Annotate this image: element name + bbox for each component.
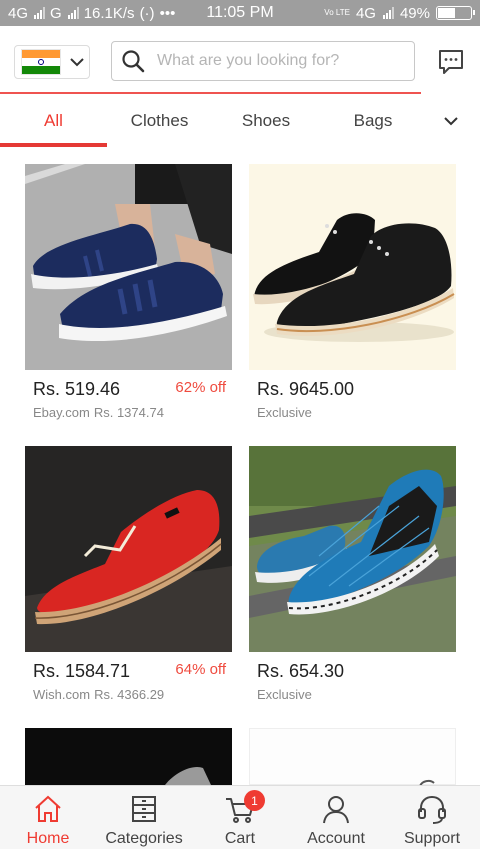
product-price: Rs. 654.30 xyxy=(257,661,345,681)
tab-label: Shoes xyxy=(241,111,291,130)
search-box[interactable] xyxy=(111,41,415,81)
product-meta: Exclusive xyxy=(257,687,456,702)
nav-account[interactable]: Account xyxy=(288,786,384,849)
product-image-blue-sneakers[interactable] xyxy=(25,164,232,370)
nav-label: Home xyxy=(26,830,70,847)
chevron-down-icon xyxy=(70,58,84,67)
original-price: Rs. 4366.29 xyxy=(94,687,165,702)
product-image-black-derby-shoes[interactable] xyxy=(249,164,456,370)
product-source: Exclusive xyxy=(257,405,312,420)
more-dots-icon: ••• xyxy=(159,4,176,22)
discount-badge: 62% off xyxy=(175,379,226,396)
hotspot-icon: (·) xyxy=(139,4,155,22)
nav-label: Account xyxy=(307,830,365,847)
headset-icon xyxy=(418,795,446,824)
product-meta: Ebay.com Rs. 1374.74 xyxy=(33,405,232,420)
nav-label: Cart xyxy=(224,830,256,847)
product-price: Rs. 9645.00 xyxy=(257,379,355,399)
tab-shoes[interactable]: Shoes xyxy=(212,94,320,148)
data-speed: 16.1K/s xyxy=(83,4,135,22)
product-card[interactable]: Rs. 9645.00 Exclusive xyxy=(249,164,456,420)
tab-label: All xyxy=(44,111,63,130)
product-source: Exclusive xyxy=(257,687,312,702)
status-bar: 4G G 16.1K/s (·) ••• 11:05 PM Vo LTE 4G … xyxy=(0,0,480,26)
tab-label: Bags xyxy=(353,111,393,130)
product-card[interactable]: Rs. 519.46 62% off Ebay.com Rs. 1374.74 xyxy=(25,164,232,420)
category-tabs: All Clothes Shoes Bags xyxy=(0,94,480,150)
nav-label: Categories xyxy=(105,830,183,847)
more-tabs-button[interactable] xyxy=(436,108,466,134)
nav-cart[interactable]: 1 Cart xyxy=(192,786,288,849)
cart-badge: 1 xyxy=(244,790,265,811)
product-price: Rs. 1584.71 xyxy=(33,661,131,681)
nav-support[interactable]: Support xyxy=(384,786,480,849)
battery-icon xyxy=(436,6,475,20)
discount-badge: 64% off xyxy=(175,661,226,678)
app-header xyxy=(0,26,480,94)
signal-icon xyxy=(34,7,46,19)
tab-bags[interactable]: Bags xyxy=(320,94,426,148)
home-icon xyxy=(35,795,61,822)
original-price: Rs. 1374.74 xyxy=(93,405,164,420)
nav-categories[interactable]: Categories xyxy=(96,786,192,849)
india-flag-icon xyxy=(21,49,61,75)
nav-label: Support xyxy=(403,830,461,847)
product-image-red-loafers[interactable] xyxy=(25,446,232,652)
country-selector[interactable] xyxy=(14,45,90,79)
tab-clothes[interactable]: Clothes xyxy=(107,94,212,148)
active-tab-indicator xyxy=(0,143,107,147)
product-meta: Wish.com Rs. 4366.29 xyxy=(33,687,232,702)
battery-percent: 49% xyxy=(399,4,430,22)
clock: 11:05 PM xyxy=(206,4,274,21)
network-label-3: 4G xyxy=(355,4,376,22)
product-source: Wish.com xyxy=(33,687,91,702)
product-meta: Exclusive xyxy=(257,405,456,420)
network-label: 4G xyxy=(8,4,29,22)
tab-all[interactable]: All xyxy=(0,94,107,148)
chat-icon[interactable] xyxy=(436,47,466,77)
chevron-down-icon xyxy=(444,117,458,126)
tab-label: Clothes xyxy=(130,111,189,130)
product-image-blue-quilted-sneakers[interactable] xyxy=(249,446,456,652)
search-input[interactable] xyxy=(157,52,397,70)
nav-home[interactable]: Home xyxy=(0,786,96,849)
product-source: Ebay.com xyxy=(33,405,90,420)
volte-label: Vo LTE xyxy=(324,8,350,17)
network-label-2: G xyxy=(50,4,62,22)
bottom-navigation: Home Categories 1 Cart Account Support xyxy=(0,785,480,849)
product-image-partial[interactable] xyxy=(25,728,232,785)
signal-icon-2 xyxy=(67,7,79,19)
product-card[interactable]: Rs. 654.30 Exclusive xyxy=(249,446,456,702)
search-icon xyxy=(122,50,145,73)
product-card[interactable]: Rs. 1584.71 64% off Wish.com Rs. 4366.29 xyxy=(25,446,232,702)
signal-icon-3 xyxy=(382,7,394,19)
categories-icon xyxy=(132,796,156,822)
account-icon xyxy=(323,796,349,824)
product-image-partial[interactable] xyxy=(249,728,456,787)
product-price: Rs. 519.46 xyxy=(33,379,121,399)
